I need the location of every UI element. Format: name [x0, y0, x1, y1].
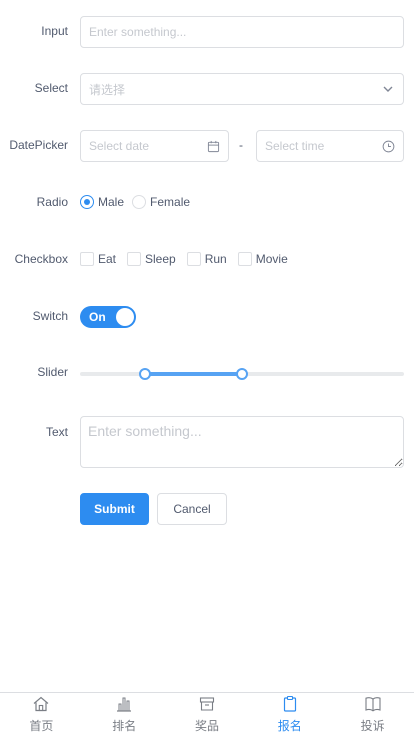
tab-complaints[interactable]: 投诉: [331, 693, 414, 736]
book-icon: [364, 695, 382, 717]
calendar-icon: [206, 139, 220, 153]
tab-prizes-label: 奖品: [194, 719, 219, 733]
slider-handle-start[interactable]: [138, 368, 151, 380]
tab-signup[interactable]: 报名: [248, 693, 331, 736]
tab-complaints-label: 投诉: [360, 719, 385, 733]
checkbox-box[interactable]: [237, 252, 252, 266]
time-input[interactable]: Select time: [256, 130, 404, 162]
text-label: Text: [45, 425, 68, 439]
toggle-switch[interactable]: On: [80, 306, 136, 328]
select-dropdown[interactable]: 请选择: [80, 73, 404, 105]
switch-text: On: [89, 310, 106, 324]
checkbox-movie[interactable]: Movie: [237, 252, 288, 266]
switch-label: Switch: [32, 309, 68, 323]
text-area[interactable]: [80, 416, 404, 468]
home-icon: [32, 695, 50, 717]
input-placeholder: Enter something...: [89, 25, 187, 39]
radio-female-label: Female: [150, 195, 191, 209]
select-placeholder: 请选择: [89, 82, 126, 97]
checkbox-run-label: Run: [204, 252, 227, 266]
date-time-separator: -: [239, 138, 243, 152]
radio-male[interactable]: Male: [80, 195, 124, 209]
checkbox-box[interactable]: [80, 252, 94, 266]
checkbox-sleep[interactable]: Sleep: [127, 252, 176, 266]
tab-home[interactable]: 首页: [0, 693, 83, 736]
radio-female[interactable]: Female: [132, 195, 190, 209]
chevron-down-icon: [381, 82, 395, 96]
input-label: Input: [41, 24, 68, 38]
slider-handle-end[interactable]: [236, 368, 248, 380]
archive-icon: [198, 695, 216, 717]
radio-male-label: Male: [98, 195, 125, 209]
slider-bar: [144, 372, 242, 376]
clock-icon: [381, 139, 395, 153]
checkbox-eat-label: Eat: [98, 252, 117, 266]
bottom-tab-bar: 首页 排名 奖品 报名 投诉: [0, 692, 414, 736]
radio-label: Radio: [36, 195, 68, 209]
text-input[interactable]: Enter something...: [80, 16, 404, 48]
checkbox-movie-label: Movie: [255, 252, 288, 266]
range-slider[interactable]: [80, 368, 404, 380]
radio-circle[interactable]: [132, 195, 147, 209]
checkbox-eat[interactable]: Eat: [80, 252, 116, 266]
activities-checkbox-group: Eat Sleep Run Movie: [80, 252, 299, 266]
switch-knob: [116, 308, 134, 326]
checkbox-sleep-label: Sleep: [145, 252, 176, 266]
tab-home-label: 首页: [29, 719, 54, 733]
datepicker-label: DatePicker: [9, 138, 68, 152]
tab-ranking-label: 排名: [112, 719, 137, 733]
gender-radio-group: Male Female: [80, 195, 198, 209]
slider-label: Slider: [37, 365, 68, 379]
date-placeholder: Select date: [89, 139, 150, 153]
tab-prizes[interactable]: 奖品: [166, 693, 249, 736]
checkbox-run[interactable]: Run: [186, 252, 227, 266]
checkbox-box[interactable]: [186, 252, 201, 266]
clipboard-icon: [281, 695, 299, 717]
checkbox-box[interactable]: [127, 252, 142, 266]
time-placeholder: Select time: [265, 139, 325, 153]
bar-chart-icon: [115, 695, 133, 717]
submit-button[interactable]: Submit: [80, 493, 149, 525]
tab-ranking[interactable]: 排名: [83, 693, 166, 736]
cancel-button[interactable]: Cancel: [157, 493, 227, 525]
select-label: Select: [34, 81, 68, 95]
checkbox-label: Checkbox: [14, 252, 68, 266]
date-input[interactable]: Select date: [80, 130, 229, 162]
radio-circle[interactable]: [80, 195, 94, 209]
tab-signup-label: 报名: [277, 719, 302, 733]
